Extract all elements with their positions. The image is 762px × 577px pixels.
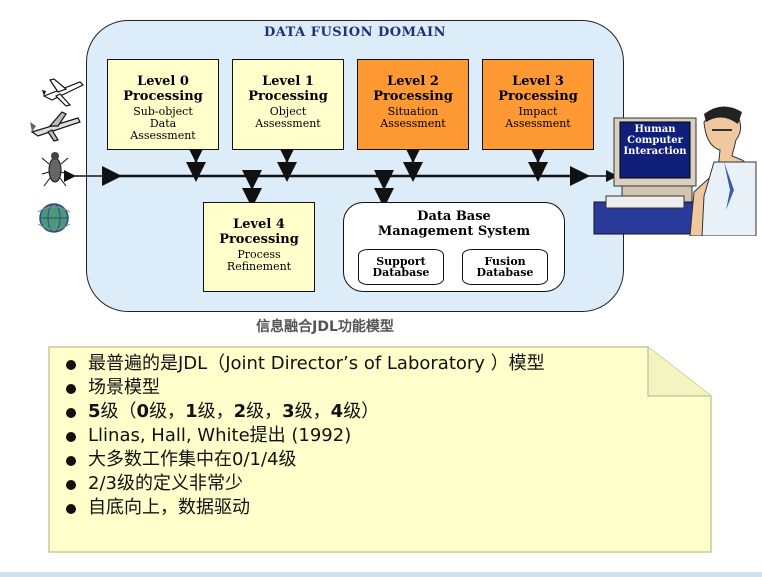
dbms-box: Data Base Management System Support Databa… <box>343 202 565 292</box>
level0-title: Level 0 Processing <box>123 74 203 104</box>
bullet-jdl: 最普遍的是JDL（Joint Director’s of Laboratory … <box>62 352 545 376</box>
diagram-caption: 信息融合JDL功能模型 <box>256 319 394 335</box>
bullet-five-levels: 5级（0级，1级，2级，3级，4级） <box>62 400 545 424</box>
level1-box: Level 1 Processing Object Assessment <box>232 59 344 150</box>
level3-title: Level 3 Processing <box>498 74 578 104</box>
bullet-scene-model: 场景模型 <box>62 376 545 400</box>
level3-subtitle: Impact Assessment <box>505 105 571 130</box>
level3-box: Level 3 Processing Impact Assessment <box>482 59 594 150</box>
level2-box: Level 2 Processing Situation Assessment <box>357 59 469 150</box>
airplane-icon <box>42 78 85 107</box>
globe-icon <box>37 203 71 233</box>
hci-label: Human Computer Interaction <box>623 124 687 157</box>
level4-box: Level 4 Processing Process Refinement <box>203 202 315 292</box>
dbms-title: Data Base Management System <box>377 209 531 239</box>
insect-icon <box>41 152 69 187</box>
fusion-database: Fusion Database <box>462 249 548 285</box>
bullet-list: 最普遍的是JDL（Joint Director’s of Laboratory … <box>62 352 545 520</box>
human-computer-interaction-icon <box>593 106 757 236</box>
level0-box: Level 0 Processing Sub-object Data Assessme… <box>107 59 219 150</box>
level1-subtitle: Object Assessment <box>255 105 321 130</box>
fighter-jet-icon <box>30 111 81 142</box>
footer-divider <box>0 572 762 577</box>
level4-subtitle: Process Refinement <box>226 248 292 273</box>
level1-title: Level 1 Processing <box>248 74 328 104</box>
note-panel: 最普遍的是JDL（Joint Director’s of Laboratory … <box>48 346 712 553</box>
level2-subtitle: Situation Assessment <box>380 105 446 130</box>
bullet-work-focus: 大多数工作集中在0/1/4级 <box>62 448 545 472</box>
bullet-bottom-up: 自底向上，数据驱动 <box>62 496 545 520</box>
level4-title: Level 4 Processing <box>219 217 299 247</box>
support-database: Support Database <box>358 249 444 285</box>
bullet-authors: Llinas, Hall, White提出 (1992) <box>62 424 545 448</box>
level0-subtitle: Sub-object Data Assessment <box>130 105 196 142</box>
level2-title: Level 2 Processing <box>373 74 453 104</box>
bullet-few-definitions: 2/3级的定义非常少 <box>62 472 545 496</box>
